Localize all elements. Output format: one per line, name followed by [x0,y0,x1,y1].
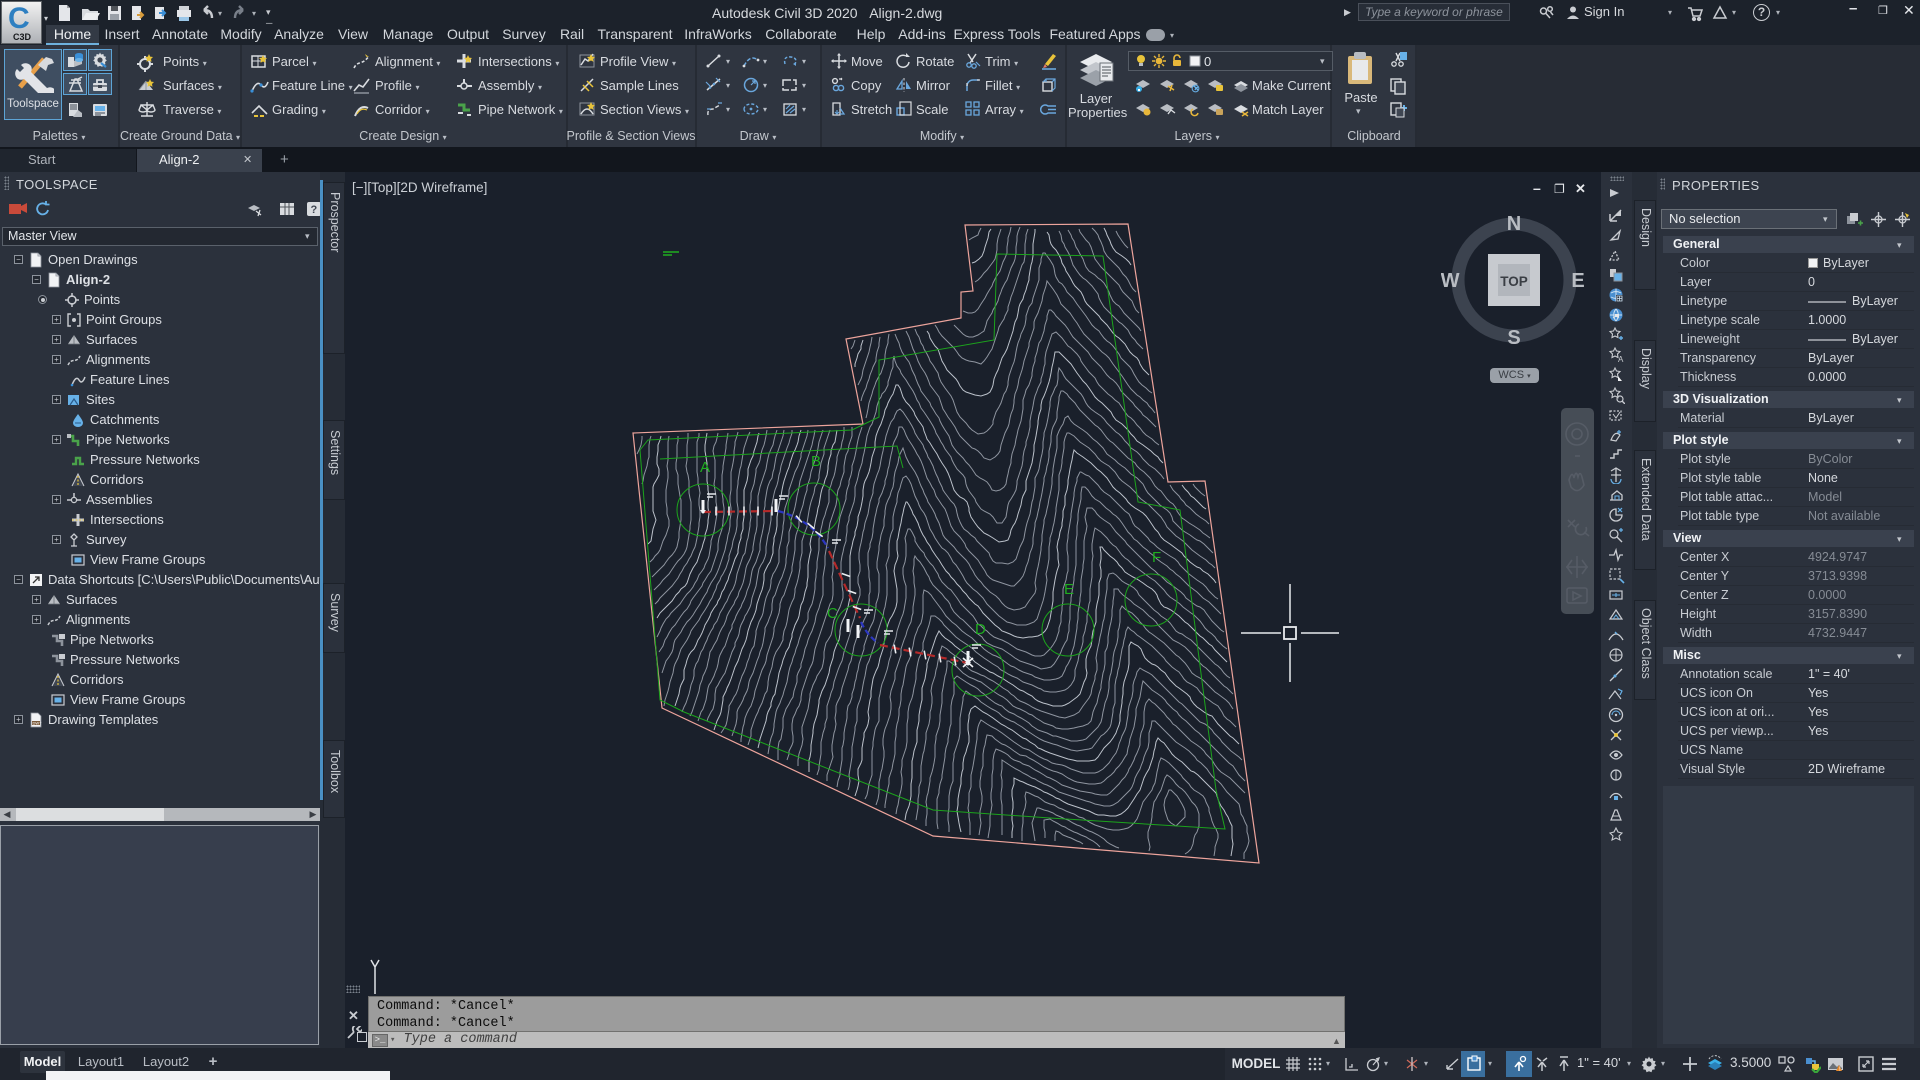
svg-text:E: E [1571,270,1584,292]
svg-text:C: C [8,2,30,34]
svg-text:E: E [1064,581,1074,598]
svg-text:B: B [811,453,821,470]
svg-text:C: C [827,605,838,622]
svg-text:N: N [1507,213,1521,235]
svg-text:DWT: DWT [33,721,43,726]
svg-text:W: W [1441,270,1460,292]
svg-text:?: ? [311,204,318,216]
svg-text:A: A [1618,355,1624,364]
svg-text:F: F [1152,549,1161,566]
svg-text:D: D [975,621,986,638]
svg-text:S: S [1507,327,1520,349]
svg-text:A: A [700,459,710,476]
svg-text:TOP: TOP [1500,274,1528,289]
